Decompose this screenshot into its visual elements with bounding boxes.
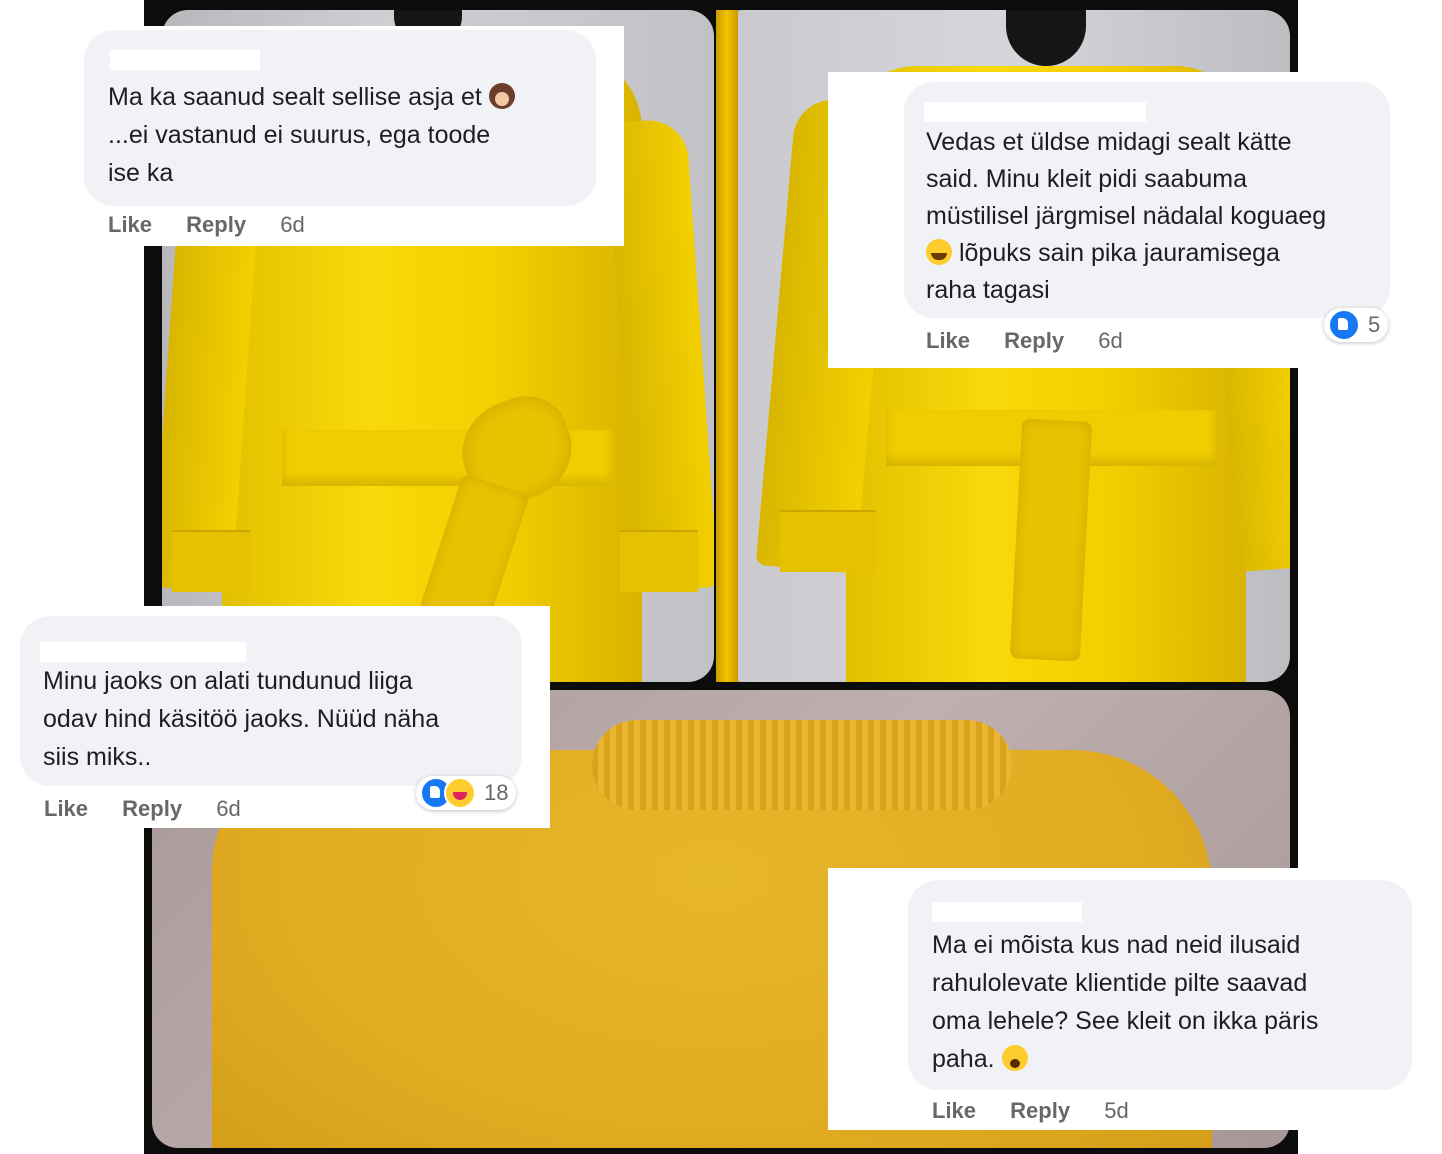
- reaction-count: 18: [484, 780, 509, 805]
- comment-line: Minu jaoks on alati tundunud liiga: [43, 667, 413, 695]
- like-button[interactable]: Like: [108, 212, 152, 237]
- woman-facepalming-emoji-icon: [488, 83, 515, 109]
- reply-button[interactable]: Reply: [1004, 328, 1064, 353]
- reply-button[interactable]: Reply: [1010, 1098, 1070, 1123]
- dress-sash-tail: [1009, 418, 1093, 662]
- dress-cuff-right: [620, 530, 698, 592]
- comment-timestamp[interactable]: 6d: [1098, 328, 1122, 353]
- redacted-author-name: [932, 902, 1082, 922]
- comment-line: rahulolevate klientide pilte saavad: [932, 969, 1308, 997]
- comment-actions: Like Reply 6d: [926, 328, 1151, 354]
- comment-text: Vedas et üldse midagi sealt kätte said. …: [926, 124, 1386, 309]
- grinning-face-emoji-icon: [926, 239, 952, 265]
- redacted-author-name: [110, 50, 260, 70]
- comment-line: Ma ka saanud sealt sellise asja et: [108, 83, 482, 111]
- comment-line: Vedas et üldse midagi sealt kätte: [926, 128, 1292, 156]
- comment-text: Ma ei mõista kus nad neid ilusaid rahulo…: [932, 926, 1402, 1078]
- comment-line: Ma ei mõista kus nad neid ilusaid: [932, 931, 1301, 959]
- comment-actions: Like Reply 5d: [932, 1098, 1157, 1124]
- like-reaction-icon: [1328, 309, 1360, 341]
- like-button[interactable]: Like: [926, 328, 970, 353]
- redacted-author-name: [40, 642, 246, 662]
- comment-card-2: Vedas et üldse midagi sealt kätte said. …: [828, 72, 1394, 368]
- comment-line: ...ei vastanud ei suurus, ega toode: [108, 121, 491, 149]
- comment-line: ise ka: [108, 159, 174, 187]
- shirt-gathered-collar: [592, 720, 1012, 810]
- reply-button[interactable]: Reply: [122, 796, 182, 821]
- comment-line: paha.: [932, 1045, 995, 1073]
- comment-card-4: Ma ei mõista kus nad neid ilusaid rahulo…: [828, 868, 1418, 1130]
- comment-timestamp[interactable]: 6d: [216, 796, 240, 821]
- like-button[interactable]: Like: [932, 1098, 976, 1123]
- mannequin-neck: [1006, 10, 1086, 66]
- comment-line: raha tagasi: [926, 276, 1050, 304]
- reply-button[interactable]: Reply: [186, 212, 246, 237]
- comment-line: odav hind käsitöö jaoks. Nüüd näha: [43, 705, 440, 733]
- comment-actions: Like Reply 6d: [108, 212, 333, 238]
- reaction-summary[interactable]: 5: [1324, 308, 1389, 342]
- comment-timestamp[interactable]: 5d: [1104, 1098, 1128, 1123]
- comment-text: Minu jaoks on alati tundunud liiga odav …: [43, 662, 523, 776]
- comment-actions: Like Reply 6d: [44, 796, 269, 822]
- comment-timestamp[interactable]: 6d: [280, 212, 304, 237]
- comment-text: Ma ka saanud sealt sellise asja et ...ei…: [108, 78, 588, 192]
- crying-face-emoji-icon: [1001, 1045, 1028, 1071]
- comment-line: oma lehele? See kleit on ikka päris: [932, 1007, 1319, 1035]
- dress-cuff-left: [780, 510, 876, 572]
- comment-card-3: Minu jaoks on alati tundunud liiga odav …: [20, 606, 550, 828]
- like-button[interactable]: Like: [44, 796, 88, 821]
- comment-line: müstilisel järgmisel nädalal koguaeg: [926, 202, 1327, 230]
- reaction-count: 5: [1368, 312, 1381, 337]
- reaction-summary[interactable]: 18: [416, 776, 517, 810]
- comment-line: lõpuks sain pika jauramisega: [958, 239, 1280, 267]
- redacted-author-name: [924, 102, 1146, 122]
- comment-card-1: Ma ka saanud sealt sellise asja et ...ei…: [84, 26, 624, 246]
- comment-line: said. Minu kleit pidi saabuma: [926, 165, 1247, 193]
- dress-cuff-left: [172, 530, 250, 592]
- comment-line: siis miks..: [43, 743, 152, 771]
- photo-divider-gold: [716, 10, 738, 682]
- haha-reaction-icon: [444, 777, 476, 809]
